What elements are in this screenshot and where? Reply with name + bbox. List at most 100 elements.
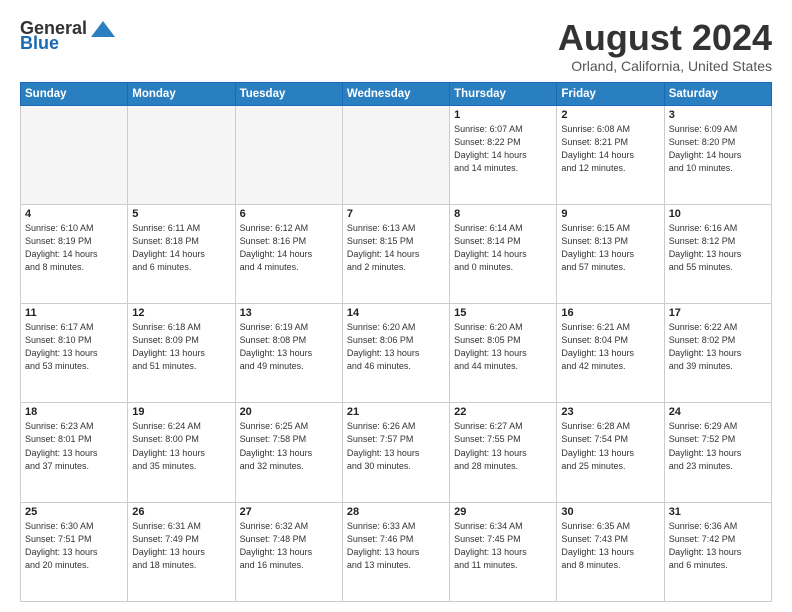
day-number: 22 — [454, 406, 552, 418]
day-info: Sunrise: 6:30 AM Sunset: 7:51 PM Dayligh… — [25, 520, 123, 572]
weekday-header: Sunday — [21, 82, 128, 105]
day-number: 9 — [561, 208, 659, 220]
day-number: 29 — [454, 506, 552, 518]
month-title: August 2024 — [558, 18, 772, 58]
calendar-cell: 16 Sunrise: 6:21 AM Sunset: 8:04 PM Dayli… — [557, 304, 664, 403]
calendar-cell: 9 Sunrise: 6:15 AM Sunset: 8:13 PM Daylig… — [557, 204, 664, 303]
day-number: 4 — [25, 208, 123, 220]
calendar-week-row: 4 Sunrise: 6:10 AM Sunset: 8:19 PM Daylig… — [21, 204, 772, 303]
day-info: Sunrise: 6:07 AM Sunset: 8:22 PM Dayligh… — [454, 123, 552, 175]
day-info: Sunrise: 6:33 AM Sunset: 7:46 PM Dayligh… — [347, 520, 445, 572]
calendar-cell: 18 Sunrise: 6:23 AM Sunset: 8:01 PM Dayli… — [21, 403, 128, 502]
day-info: Sunrise: 6:25 AM Sunset: 7:58 PM Dayligh… — [240, 420, 338, 472]
day-number: 26 — [132, 506, 230, 518]
calendar-cell: 17 Sunrise: 6:22 AM Sunset: 8:02 PM Dayli… — [664, 304, 771, 403]
calendar-cell: 28 Sunrise: 6:33 AM Sunset: 7:46 PM Dayli… — [342, 502, 449, 601]
day-number: 14 — [347, 307, 445, 319]
title-area: August 2024 Orland, California, United S… — [558, 18, 772, 74]
day-number: 27 — [240, 506, 338, 518]
day-info: Sunrise: 6:28 AM Sunset: 7:54 PM Dayligh… — [561, 420, 659, 472]
day-info: Sunrise: 6:15 AM Sunset: 8:13 PM Dayligh… — [561, 222, 659, 274]
day-info: Sunrise: 6:24 AM Sunset: 8:00 PM Dayligh… — [132, 420, 230, 472]
weekday-header: Thursday — [450, 82, 557, 105]
day-number: 8 — [454, 208, 552, 220]
calendar-cell: 11Sunrise: 6:17 AM Sunset: 8:10 PM Dayli… — [21, 304, 128, 403]
day-number: 21 — [347, 406, 445, 418]
calendar-cell: 15 Sunrise: 6:20 AM Sunset: 8:05 PM Dayli… — [450, 304, 557, 403]
calendar-cell: 27 Sunrise: 6:32 AM Sunset: 7:48 PM Dayli… — [235, 502, 342, 601]
day-number: 1 — [454, 109, 552, 121]
calendar-cell: 25Sunrise: 6:30 AM Sunset: 7:51 PM Dayli… — [21, 502, 128, 601]
calendar-cell: 31Sunrise: 6:36 AM Sunset: 7:42 PM Dayli… — [664, 502, 771, 601]
calendar-cell: 20 Sunrise: 6:25 AM Sunset: 7:58 PM Dayli… — [235, 403, 342, 502]
day-info: Sunrise: 6:36 AM Sunset: 7:42 PM Dayligh… — [669, 520, 767, 572]
day-info: Sunrise: 6:11 AM Sunset: 8:18 PM Dayligh… — [132, 222, 230, 274]
day-info: Sunrise: 6:18 AM Sunset: 8:09 PM Dayligh… — [132, 321, 230, 373]
calendar-cell: 8Sunrise: 6:14 AM Sunset: 8:14 PM Daylig… — [450, 204, 557, 303]
calendar-cell: 10 Sunrise: 6:16 AM Sunset: 8:12 PM Dayli… — [664, 204, 771, 303]
calendar-cell: 26 Sunrise: 6:31 AM Sunset: 7:49 PM Dayli… — [128, 502, 235, 601]
weekday-header-row: SundayMondayTuesdayWednesdayThursdayFrid… — [21, 82, 772, 105]
calendar-cell — [128, 105, 235, 204]
day-info: Sunrise: 6:16 AM Sunset: 8:12 PM Dayligh… — [669, 222, 767, 274]
calendar-table: SundayMondayTuesdayWednesdayThursdayFrid… — [20, 82, 772, 602]
calendar-cell: 1 Sunrise: 6:07 AM Sunset: 8:22 PM Daylig… — [450, 105, 557, 204]
day-number: 6 — [240, 208, 338, 220]
day-info: Sunrise: 6:23 AM Sunset: 8:01 PM Dayligh… — [25, 420, 123, 472]
day-info: Sunrise: 6:12 AM Sunset: 8:16 PM Dayligh… — [240, 222, 338, 274]
calendar-cell — [235, 105, 342, 204]
calendar-cell: 21 Sunrise: 6:26 AM Sunset: 7:57 PM Dayli… — [342, 403, 449, 502]
calendar-cell: 6 Sunrise: 6:12 AM Sunset: 8:16 PM Daylig… — [235, 204, 342, 303]
day-info: Sunrise: 6:31 AM Sunset: 7:49 PM Dayligh… — [132, 520, 230, 572]
calendar-week-row: 18 Sunrise: 6:23 AM Sunset: 8:01 PM Dayli… — [21, 403, 772, 502]
day-info: Sunrise: 6:20 AM Sunset: 8:05 PM Dayligh… — [454, 321, 552, 373]
calendar-cell: 12 Sunrise: 6:18 AM Sunset: 8:09 PM Dayli… — [128, 304, 235, 403]
weekday-header: Friday — [557, 82, 664, 105]
day-info: Sunrise: 6:13 AM Sunset: 8:15 PM Dayligh… — [347, 222, 445, 274]
day-info: Sunrise: 6:22 AM Sunset: 8:02 PM Dayligh… — [669, 321, 767, 373]
calendar-cell: 2 Sunrise: 6:08 AM Sunset: 8:21 PM Daylig… — [557, 105, 664, 204]
calendar-week-row: 1 Sunrise: 6:07 AM Sunset: 8:22 PM Daylig… — [21, 105, 772, 204]
day-number: 17 — [669, 307, 767, 319]
day-number: 12 — [132, 307, 230, 319]
logo-icon — [89, 19, 117, 39]
calendar-cell: 24Sunrise: 6:29 AM Sunset: 7:52 PM Dayli… — [664, 403, 771, 502]
day-number: 23 — [561, 406, 659, 418]
day-info: Sunrise: 6:10 AM Sunset: 8:19 PM Dayligh… — [25, 222, 123, 274]
day-number: 30 — [561, 506, 659, 518]
day-number: 15 — [454, 307, 552, 319]
day-number: 16 — [561, 307, 659, 319]
calendar-cell: 13Sunrise: 6:19 AM Sunset: 8:08 PM Dayli… — [235, 304, 342, 403]
weekday-header: Wednesday — [342, 82, 449, 105]
calendar-cell: 22Sunrise: 6:27 AM Sunset: 7:55 PM Dayli… — [450, 403, 557, 502]
calendar-cell: 30Sunrise: 6:35 AM Sunset: 7:43 PM Dayli… — [557, 502, 664, 601]
day-number: 20 — [240, 406, 338, 418]
location: Orland, California, United States — [558, 58, 772, 74]
day-info: Sunrise: 6:29 AM Sunset: 7:52 PM Dayligh… — [669, 420, 767, 472]
calendar-cell: 14 Sunrise: 6:20 AM Sunset: 8:06 PM Dayli… — [342, 304, 449, 403]
day-info: Sunrise: 6:08 AM Sunset: 8:21 PM Dayligh… — [561, 123, 659, 175]
day-info: Sunrise: 6:09 AM Sunset: 8:20 PM Dayligh… — [669, 123, 767, 175]
day-info: Sunrise: 6:20 AM Sunset: 8:06 PM Dayligh… — [347, 321, 445, 373]
calendar-cell: 5 Sunrise: 6:11 AM Sunset: 8:18 PM Daylig… — [128, 204, 235, 303]
weekday-header: Tuesday — [235, 82, 342, 105]
day-info: Sunrise: 6:21 AM Sunset: 8:04 PM Dayligh… — [561, 321, 659, 373]
day-number: 5 — [132, 208, 230, 220]
calendar-cell: 3Sunrise: 6:09 AM Sunset: 8:20 PM Daylig… — [664, 105, 771, 204]
day-number: 7 — [347, 208, 445, 220]
day-number: 18 — [25, 406, 123, 418]
day-number: 2 — [561, 109, 659, 121]
day-info: Sunrise: 6:26 AM Sunset: 7:57 PM Dayligh… — [347, 420, 445, 472]
calendar-cell: 7 Sunrise: 6:13 AM Sunset: 8:15 PM Daylig… — [342, 204, 449, 303]
calendar-cell: 19Sunrise: 6:24 AM Sunset: 8:00 PM Dayli… — [128, 403, 235, 502]
day-info: Sunrise: 6:32 AM Sunset: 7:48 PM Dayligh… — [240, 520, 338, 572]
weekday-header: Monday — [128, 82, 235, 105]
calendar-cell — [21, 105, 128, 204]
day-info: Sunrise: 6:17 AM Sunset: 8:10 PM Dayligh… — [25, 321, 123, 373]
day-number: 28 — [347, 506, 445, 518]
day-number: 10 — [669, 208, 767, 220]
calendar-cell: 23 Sunrise: 6:28 AM Sunset: 7:54 PM Dayli… — [557, 403, 664, 502]
logo: General Blue — [20, 18, 117, 54]
calendar-cell: 29Sunrise: 6:34 AM Sunset: 7:45 PM Dayli… — [450, 502, 557, 601]
calendar-week-row: 25Sunrise: 6:30 AM Sunset: 7:51 PM Dayli… — [21, 502, 772, 601]
